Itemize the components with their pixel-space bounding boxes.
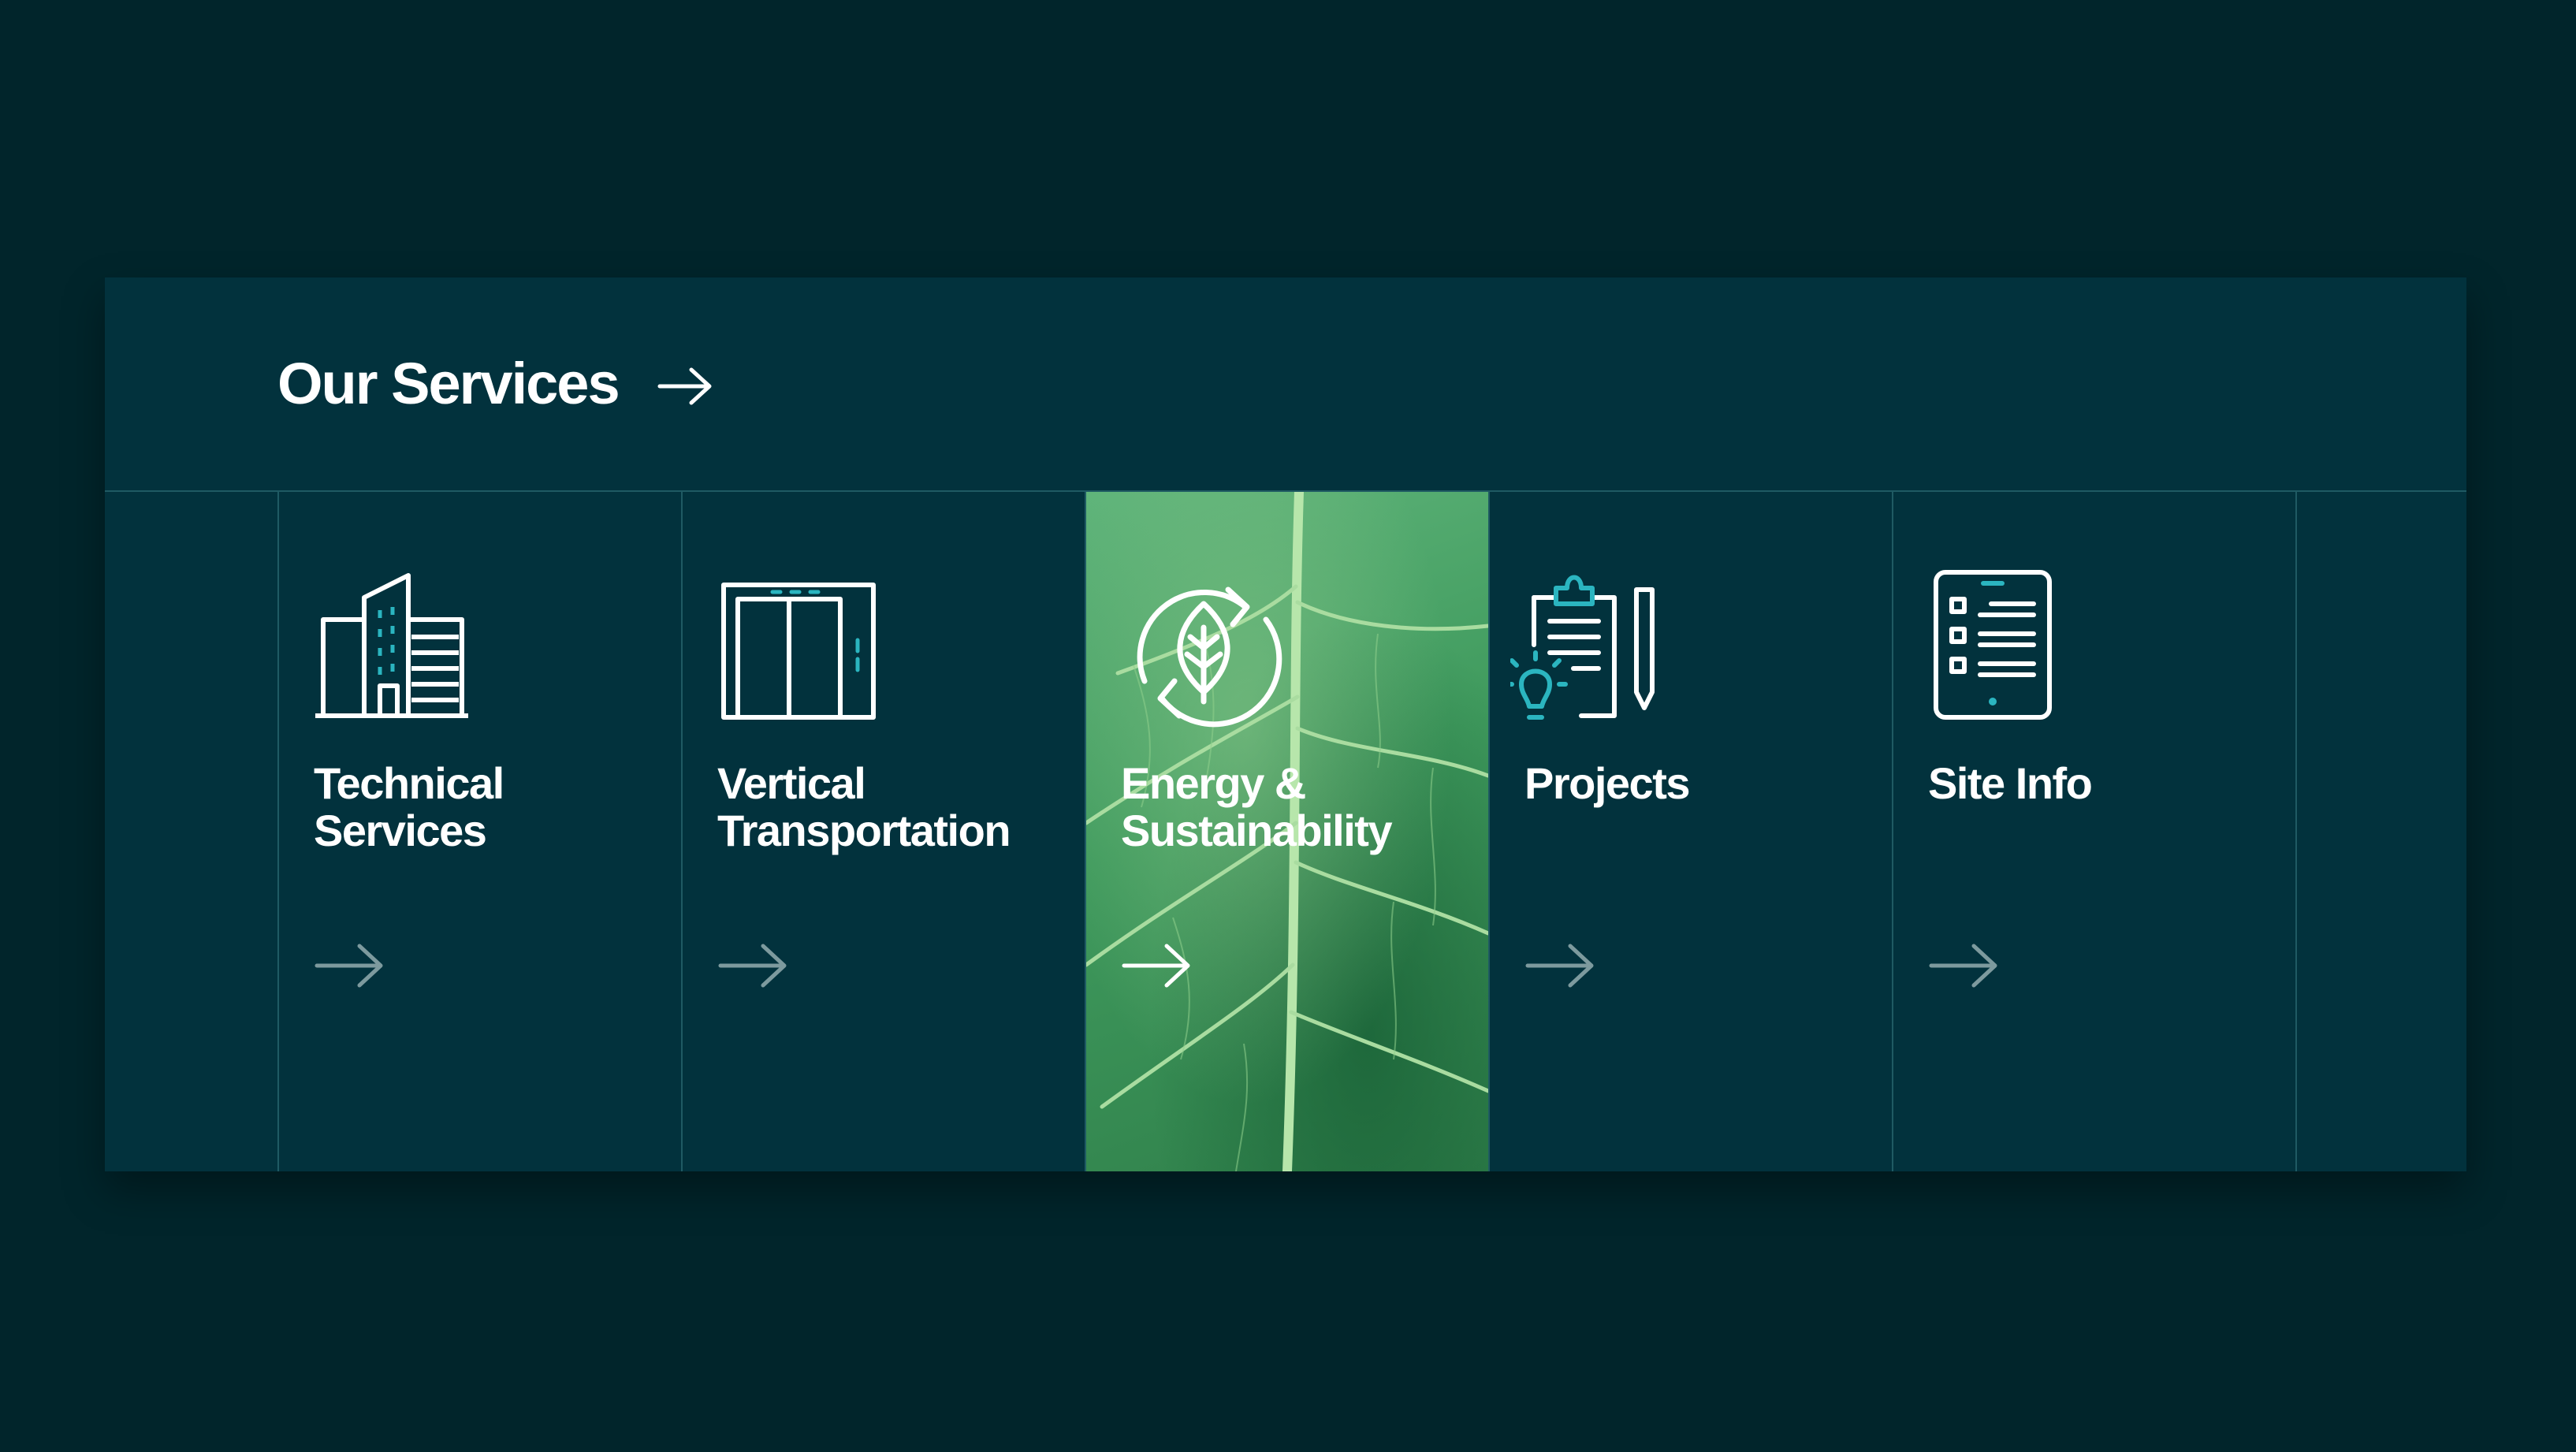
services-panel: Our Services Technical Services Vertical… bbox=[105, 277, 2466, 1171]
services-cards: Technical Services Vertical Transportati… bbox=[105, 492, 2466, 1171]
service-card-vertical-transportation[interactable]: Vertical Transportation bbox=[683, 492, 1085, 1171]
leaf-cycle-icon bbox=[1137, 586, 1282, 728]
arrow-right-icon[interactable] bbox=[657, 366, 713, 407]
service-card-energy-sustainability[interactable]: Energy & Sustainability bbox=[1086, 492, 1488, 1171]
card-title: Vertical Transportation bbox=[717, 758, 1011, 855]
service-card-technical-services[interactable]: Technical Services bbox=[279, 492, 681, 1171]
arrow-right-icon[interactable] bbox=[314, 941, 385, 990]
arrow-right-icon[interactable] bbox=[717, 941, 788, 990]
tablet-checklist-icon bbox=[1934, 570, 2052, 720]
service-card-projects[interactable]: Projects bbox=[1490, 492, 1892, 1171]
divider bbox=[2295, 492, 2297, 1171]
page-title: Our Services bbox=[277, 351, 620, 416]
services-header: Our Services bbox=[105, 277, 2466, 492]
clipboard-lightbulb-icon bbox=[1510, 575, 1655, 720]
arrow-right-icon[interactable] bbox=[1524, 941, 1595, 990]
elevator-icon bbox=[721, 583, 876, 720]
building-icon bbox=[315, 573, 468, 718]
card-title: Site Info bbox=[1928, 758, 2093, 808]
card-title: Energy & Sustainability bbox=[1121, 758, 1393, 855]
arrow-right-icon[interactable] bbox=[1928, 941, 1999, 990]
card-title: Technical Services bbox=[314, 758, 504, 855]
service-card-site-info[interactable]: Site Info bbox=[1893, 492, 2295, 1171]
card-title: Projects bbox=[1524, 758, 1691, 808]
arrow-right-icon[interactable] bbox=[1121, 941, 1192, 990]
